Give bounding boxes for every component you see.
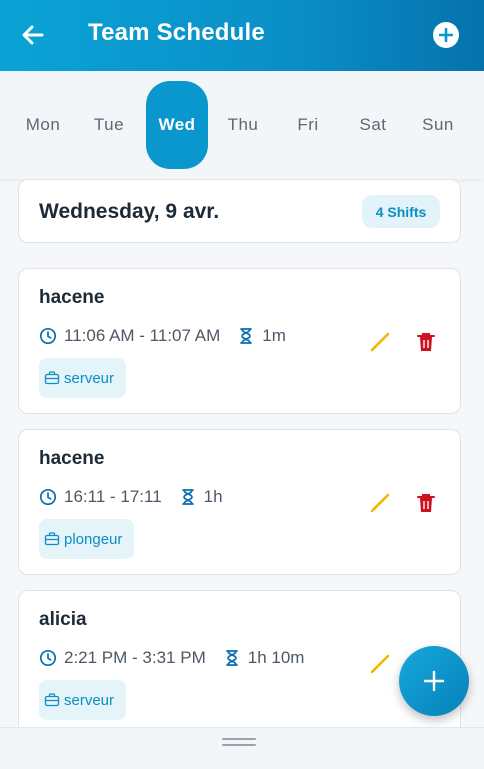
shift-time-row: 16:11 - 17:11 1h [39, 486, 223, 508]
role-label: serveur [64, 369, 115, 387]
shift-duration: 1h 10m [247, 648, 305, 667]
trash-icon [416, 492, 436, 514]
day-label: Mon [25, 115, 61, 134]
hourglass-icon [179, 488, 197, 506]
shift-duration: 1h [203, 487, 223, 506]
add-shift-button[interactable] [433, 22, 459, 48]
shift-card[interactable]: hacene 11:06 AM - 11:07 AM 1m serveur [18, 268, 461, 414]
trash-icon [416, 331, 436, 353]
day-tab-fri[interactable]: Fri [277, 81, 339, 169]
drag-handle[interactable] [222, 738, 256, 746]
edit-shift-button[interactable] [367, 490, 393, 516]
day-label: Tue [93, 115, 125, 134]
day-tab-thu[interactable]: Thu [212, 81, 274, 169]
day-selector: Mon Tue Wed Thu Fri Sat Sun [0, 71, 484, 179]
day-tab-sun[interactable]: Sun [407, 81, 469, 169]
pencil-icon [369, 331, 391, 353]
clock-icon [39, 327, 57, 345]
plus-circle-icon [439, 28, 453, 42]
edit-shift-button[interactable] [367, 651, 393, 677]
day-label: Sun [422, 115, 454, 134]
role-chip: plongeur [39, 519, 135, 559]
app-bar: Team Schedule [0, 0, 484, 71]
briefcase-icon [44, 692, 60, 708]
role-chip: serveur [39, 358, 127, 398]
delete-shift-button[interactable] [413, 490, 439, 516]
add-shift-fab[interactable] [399, 646, 469, 716]
shift-card[interactable]: alicia 2:21 PM - 3:31 PM 1h 10m serveur [18, 590, 461, 727]
day-tab-sat[interactable]: Sat [342, 81, 404, 169]
role-label: serveur [64, 691, 115, 709]
shift-duration: 1m [262, 326, 286, 345]
pencil-icon [369, 492, 391, 514]
shift-time: 2:21 PM - 3:31 PM [64, 648, 206, 667]
delete-shift-button[interactable] [413, 329, 439, 355]
plus-icon [422, 669, 446, 693]
briefcase-icon [44, 370, 60, 386]
shift-time: 11:06 AM - 11:07 AM [64, 326, 221, 345]
employee-name: alicia [39, 609, 87, 630]
day-label: Thu [227, 115, 259, 134]
shift-time-row: 2:21 PM - 3:31 PM 1h 10m [39, 647, 304, 669]
shift-time: 16:11 - 17:11 [64, 487, 162, 506]
day-label: Sat [359, 115, 387, 134]
role-label: plongeur [64, 530, 123, 548]
selected-date: Wednesday, 9 avr. [39, 200, 220, 223]
hourglass-icon [237, 327, 255, 345]
hourglass-icon [223, 649, 241, 667]
shift-time-row: 11:06 AM - 11:07 AM 1m [39, 325, 286, 347]
shift-count-badge: 4 Shifts [362, 195, 440, 228]
briefcase-icon [44, 531, 60, 547]
employee-name: hacene [39, 448, 105, 469]
pencil-icon [369, 653, 391, 675]
date-summary-card: Wednesday, 9 avr. 4 Shifts [18, 179, 461, 243]
clock-icon [39, 649, 57, 667]
arrow-left-icon [20, 22, 46, 48]
day-tab-tue[interactable]: Tue [78, 81, 140, 169]
day-label: Wed [158, 115, 196, 134]
bottom-sheet-bar [0, 727, 484, 769]
employee-name: hacene [39, 287, 105, 308]
clock-icon [39, 488, 57, 506]
back-button[interactable] [18, 20, 48, 50]
schedule-list[interactable]: Wednesday, 9 avr. 4 Shifts hacene 11:06 … [0, 179, 484, 727]
day-label: Fri [297, 115, 319, 134]
edit-shift-button[interactable] [367, 329, 393, 355]
shift-card[interactable]: hacene 16:11 - 17:11 1h plongeur [18, 429, 461, 575]
day-tab-wed[interactable]: Wed [146, 81, 208, 169]
role-chip: serveur [39, 680, 127, 720]
page-title: Team Schedule [88, 19, 265, 46]
day-tab-mon[interactable]: Mon [12, 81, 74, 169]
